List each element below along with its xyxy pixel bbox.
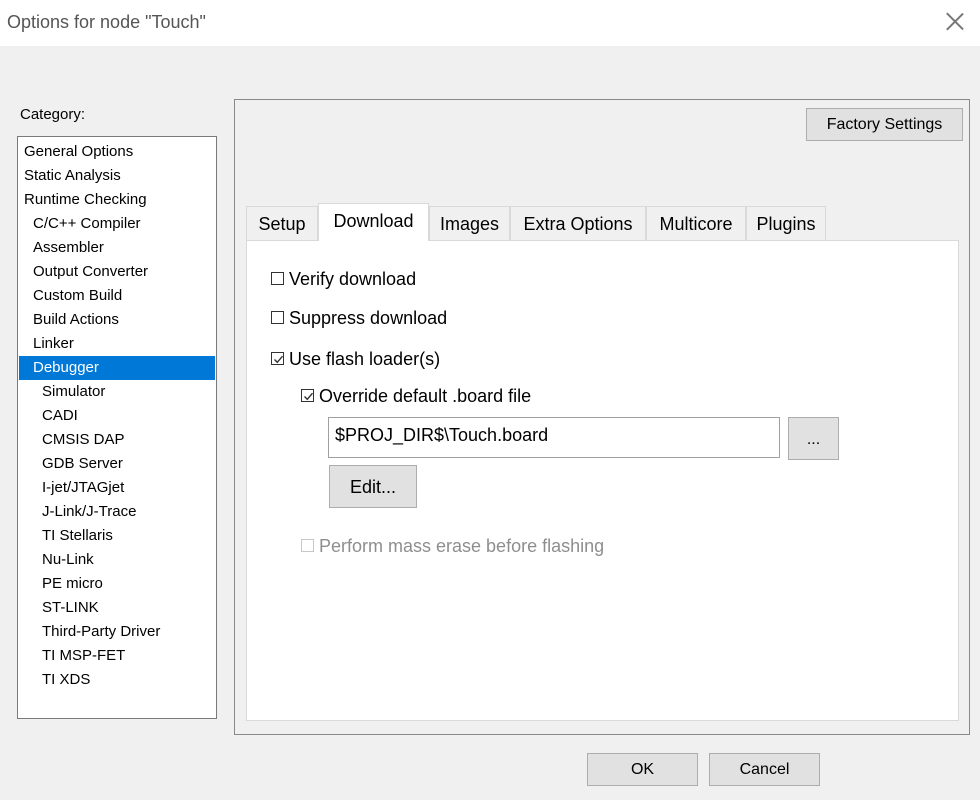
category-item-jlink-jtrace[interactable]: J-Link/J-Trace bbox=[19, 500, 215, 524]
category-item-debugger[interactable]: Debugger bbox=[19, 356, 215, 380]
cancel-button[interactable]: Cancel bbox=[709, 753, 820, 786]
category-label: Category: bbox=[20, 106, 86, 123]
tab-extra-options[interactable]: Extra Options bbox=[510, 206, 646, 240]
category-item-runtime-checking[interactable]: Runtime Checking bbox=[19, 188, 215, 212]
checkbox-unchecked-icon bbox=[271, 311, 284, 324]
checkbox-unchecked-icon bbox=[271, 272, 284, 285]
category-item-output-converter[interactable]: Output Converter bbox=[19, 260, 215, 284]
category-item-cpp-compiler[interactable]: C/C++ Compiler bbox=[19, 212, 215, 236]
tab-multicore[interactable]: Multicore bbox=[646, 206, 746, 240]
window-title: Options for node "Touch" bbox=[7, 12, 206, 32]
category-item-nu-link[interactable]: Nu-Link bbox=[19, 548, 215, 572]
category-item-ti-msp-fet[interactable]: TI MSP-FET bbox=[19, 644, 215, 668]
close-icon[interactable] bbox=[946, 12, 964, 30]
category-item-custom-build[interactable]: Custom Build bbox=[19, 284, 215, 308]
category-list[interactable]: General Options Static Analysis Runtime … bbox=[17, 136, 217, 719]
category-item-static-analysis[interactable]: Static Analysis bbox=[19, 164, 215, 188]
edit-button[interactable]: Edit... bbox=[329, 465, 417, 508]
suppress-download-label: Suppress download bbox=[289, 308, 448, 328]
board-file-path-input[interactable]: $PROJ_DIR$\Touch.board bbox=[328, 417, 780, 458]
category-item-st-link[interactable]: ST-LINK bbox=[19, 596, 215, 620]
category-item-general-options[interactable]: General Options bbox=[19, 140, 215, 164]
category-item-simulator[interactable]: Simulator bbox=[19, 380, 215, 404]
override-board-file-label: Override default .board file bbox=[319, 386, 532, 406]
tab-setup[interactable]: Setup bbox=[246, 206, 318, 240]
category-item-gdb-server[interactable]: GDB Server bbox=[19, 452, 215, 476]
mass-erase-label: Perform mass erase before flashing bbox=[319, 536, 605, 556]
tab-plugins[interactable]: Plugins bbox=[746, 206, 826, 240]
category-item-assembler[interactable]: Assembler bbox=[19, 236, 215, 260]
category-item-cadi[interactable]: CADI bbox=[19, 404, 215, 428]
category-item-pe-micro[interactable]: PE micro bbox=[19, 572, 215, 596]
checkmark-icon bbox=[301, 389, 314, 402]
browse-button[interactable]: ... bbox=[788, 417, 839, 460]
category-item-ijet-jtagjet[interactable]: I-jet/JTAGjet bbox=[19, 476, 215, 500]
tab-download[interactable]: Download bbox=[318, 203, 429, 241]
title-bar: Options for node "Touch" bbox=[0, 0, 980, 46]
category-item-cmsis-dap[interactable]: CMSIS DAP bbox=[19, 428, 215, 452]
ok-button[interactable]: OK bbox=[587, 753, 698, 786]
tab-images[interactable]: Images bbox=[429, 206, 510, 240]
verify-download-label: Verify download bbox=[289, 269, 417, 289]
factory-settings-button[interactable]: Factory Settings bbox=[806, 108, 963, 141]
category-item-linker[interactable]: Linker bbox=[19, 332, 215, 356]
category-item-ti-xds[interactable]: TI XDS bbox=[19, 668, 215, 692]
checkbox-disabled-icon bbox=[301, 539, 314, 552]
use-flash-loader-label: Use flash loader(s) bbox=[289, 349, 441, 369]
category-item-build-actions[interactable]: Build Actions bbox=[19, 308, 215, 332]
category-item-third-party-driver[interactable]: Third-Party Driver bbox=[19, 620, 215, 644]
category-item-ti-stellaris[interactable]: TI Stellaris bbox=[19, 524, 215, 548]
checkmark-icon bbox=[271, 352, 284, 365]
